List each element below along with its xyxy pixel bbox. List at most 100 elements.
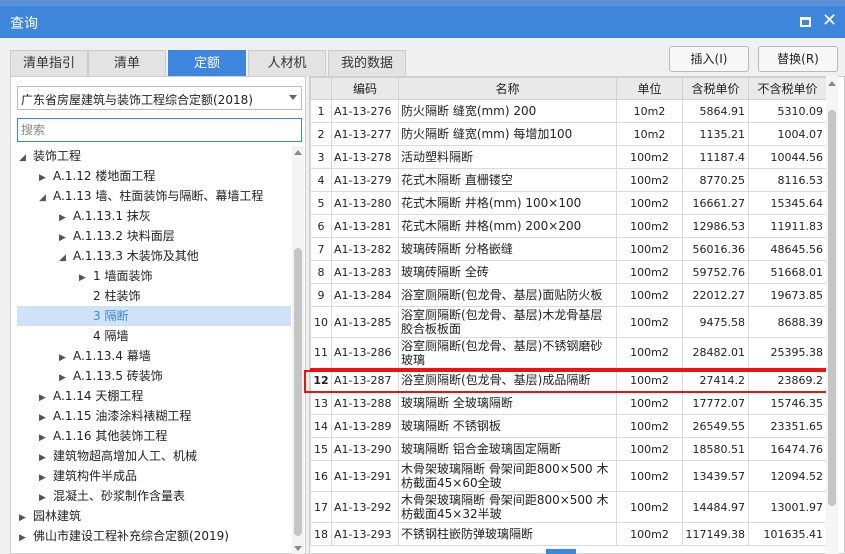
caret-right-icon[interactable]: ▶ [39, 408, 53, 428]
tree-node[interactable]: 2 柱装饰 [11, 286, 140, 306]
tax-price[interactable]: 1135.21 [682, 122, 749, 146]
tree-node[interactable]: ▶ A.1.13.2 块料面层 [11, 226, 175, 246]
table-row[interactable]: 8 A1-13-283 玻璃砖隔断 全砖 100m2 59752.76 51668.01 [310, 260, 827, 284]
quota-unit[interactable]: 100m2 [616, 260, 683, 284]
quota-name[interactable]: 浴室厕隔断(包龙骨、基层)不锈钢磨砂玻璃 [398, 337, 617, 369]
quota-unit[interactable]: 100m2 [616, 437, 683, 461]
notax-price[interactable]: 19673.85 [748, 283, 827, 307]
quota-code[interactable]: A1-13-288 [331, 391, 399, 415]
caret-down-icon[interactable]: ◢ [39, 188, 53, 208]
table-row[interactable]: 12 A1-13-287 浴室厕隔断(包龙骨、基层)成品隔断 100m2 27414.2… [310, 367, 827, 393]
caret-down-icon[interactable]: ◢ [19, 148, 33, 168]
caret-right-icon[interactable]: ▶ [19, 528, 33, 548]
row-index[interactable]: 13 [310, 391, 332, 415]
caret-right-icon[interactable]: ▶ [19, 508, 33, 528]
quota-unit[interactable]: 100m2 [616, 145, 683, 169]
col-header-tax-price[interactable]: 含税单价 [682, 77, 749, 100]
caret-right-icon[interactable]: ▶ [39, 168, 53, 188]
table-row[interactable]: 2 A1-13-277 防火隔断 缝宽(mm) 每增加100 10m2 1135.21 1… [310, 122, 827, 146]
replace-button[interactable]: 替换(R) [758, 46, 838, 72]
quota-name[interactable]: 玻璃砖隔断 分格嵌缝 [398, 237, 617, 261]
row-index[interactable]: 9 [310, 283, 332, 307]
tree-node[interactable]: ▶ 佛山市建设工程补充综合定额(2019) [11, 526, 229, 546]
quota-name[interactable]: 防火隔断 缝宽(mm) 每增加100 [398, 122, 617, 146]
table-row[interactable]: 1 A1-13-276 防火隔断 缝宽(mm) 200 10m2 5864.91 5310… [310, 99, 827, 123]
tax-price[interactable]: 56016.36 [682, 237, 749, 261]
notax-price[interactable]: 11911.83 [748, 214, 827, 238]
caret-right-icon[interactable]: ▶ [39, 428, 53, 448]
quota-code[interactable]: A1-13-292 [331, 491, 399, 523]
quota-name[interactable]: 浴室厕隔断(包龙骨、基层)木龙骨基层胶合板板面 [398, 306, 617, 338]
table-row[interactable]: 18 A1-13-293 不锈钢柱嵌防弹玻璃隔断 100m2 117149.38 1016… [310, 522, 827, 546]
tax-price[interactable]: 16661.27 [682, 191, 749, 215]
tree-node[interactable]: ◢ A.1.13 墙、柱面装饰与隔断、幕墙工程 [11, 186, 263, 206]
tree-node[interactable]: 3 隔断 [17, 306, 291, 326]
quota-unit[interactable]: 100m2 [616, 237, 683, 261]
notax-price[interactable]: 23869.2 [748, 367, 827, 393]
notax-price[interactable]: 1004.07 [748, 122, 827, 146]
quota-code[interactable]: A1-13-283 [331, 260, 399, 284]
tab-materials[interactable]: 人材机 [248, 50, 326, 76]
quota-code[interactable]: A1-13-286 [331, 337, 399, 369]
tax-price[interactable]: 117149.38 [682, 522, 749, 546]
row-index[interactable]: 16 [310, 460, 332, 492]
caret-right-icon[interactable]: ▶ [59, 348, 73, 368]
table-scrollbar-thumb[interactable] [828, 110, 836, 506]
notax-price[interactable]: 15345.64 [748, 191, 827, 215]
row-index[interactable]: 14 [310, 414, 332, 438]
tree-node[interactable]: ▶ A.1.16 其他装饰工程 [11, 426, 167, 446]
tree-node[interactable]: ▶ A.1.15 油漆涂料裱糊工程 [11, 406, 191, 426]
caret-right-icon[interactable]: ▶ [39, 388, 53, 408]
caret-right-icon[interactable]: ▶ [79, 268, 93, 288]
scroll-up-icon[interactable] [294, 150, 302, 155]
quota-unit[interactable]: 100m2 [616, 391, 683, 415]
table-scrollbar[interactable] [826, 76, 838, 554]
row-index[interactable]: 12 [310, 367, 332, 393]
tax-price[interactable]: 28482.01 [682, 337, 749, 369]
tree-node[interactable]: ▶ A.1.13.4 幕墙 [11, 346, 151, 366]
quota-unit[interactable]: 100m2 [616, 522, 683, 546]
tax-price[interactable]: 27414.2 [682, 367, 749, 393]
row-index[interactable]: 3 [310, 145, 332, 169]
quota-unit[interactable]: 100m2 [616, 337, 683, 369]
tab-list-guide[interactable]: 清单指引 [10, 50, 88, 76]
tax-price[interactable]: 14484.97 [682, 491, 749, 523]
scroll-up-icon[interactable] [828, 81, 836, 86]
notax-price[interactable]: 25395.38 [748, 337, 827, 369]
tree-node[interactable]: ▶ 1 墙面装饰 [11, 266, 152, 286]
tree-node[interactable]: ▶ A.1.14 天棚工程 [11, 386, 143, 406]
table-row[interactable]: 5 A1-13-280 花式木隔断 井格(mm) 100×100 100m2 16661… [310, 191, 827, 215]
tax-price[interactable]: 22012.27 [682, 283, 749, 307]
tab-list[interactable]: 清单 [88, 50, 166, 76]
notax-price[interactable]: 15746.35 [748, 391, 827, 415]
table-row[interactable]: 7 A1-13-282 玻璃砖隔断 分格嵌缝 100m2 56016.36 48645.5… [310, 237, 827, 261]
quota-code[interactable]: A1-13-276 [331, 99, 399, 123]
caret-right-icon[interactable]: ▶ [39, 488, 53, 508]
quota-name[interactable]: 防火隔断 缝宽(mm) 200 [398, 99, 617, 123]
scroll-down-icon[interactable] [294, 546, 302, 551]
quota-unit[interactable]: 100m2 [616, 367, 683, 393]
maximize-icon[interactable] [800, 17, 811, 27]
table-row[interactable]: 3 A1-13-278 活动塑料隔断 100m2 11187.4 10044.56 [310, 145, 827, 169]
quota-code[interactable]: A1-13-293 [331, 522, 399, 546]
tree-node[interactable]: 4 隔墙 [11, 326, 128, 346]
row-index[interactable]: 1 [310, 99, 332, 123]
col-header-name[interactable]: 名称 [398, 77, 617, 100]
quota-code[interactable]: A1-13-287 [331, 367, 399, 393]
quota-unit[interactable]: 100m2 [616, 491, 683, 523]
insert-button[interactable]: 插入(I) [669, 46, 749, 72]
tax-price[interactable]: 18580.51 [682, 437, 749, 461]
quota-unit[interactable]: 10m2 [616, 122, 683, 146]
row-index[interactable]: 5 [310, 191, 332, 215]
notax-price[interactable]: 5310.09 [748, 99, 827, 123]
quota-code[interactable]: A1-13-279 [331, 168, 399, 192]
notax-price[interactable]: 8688.39 [748, 306, 827, 338]
quota-code[interactable]: A1-13-277 [331, 122, 399, 146]
table-row[interactable]: 9 A1-13-284 浴室厕隔断(包龙骨、基层)面贴防火板 100m2 22012.2… [310, 283, 827, 307]
quota-name[interactable]: 玻璃隔断 不锈钢板 [398, 414, 617, 438]
notax-price[interactable]: 48645.56 [748, 237, 827, 261]
caret-down-icon[interactable]: ◢ [59, 248, 73, 268]
notax-price[interactable]: 10044.56 [748, 145, 827, 169]
notax-price[interactable]: 13001.97 [748, 491, 827, 523]
quota-name[interactable]: 木骨架玻璃隔断 骨架间距800×500 木枋截面45×32半玻 [398, 491, 617, 523]
